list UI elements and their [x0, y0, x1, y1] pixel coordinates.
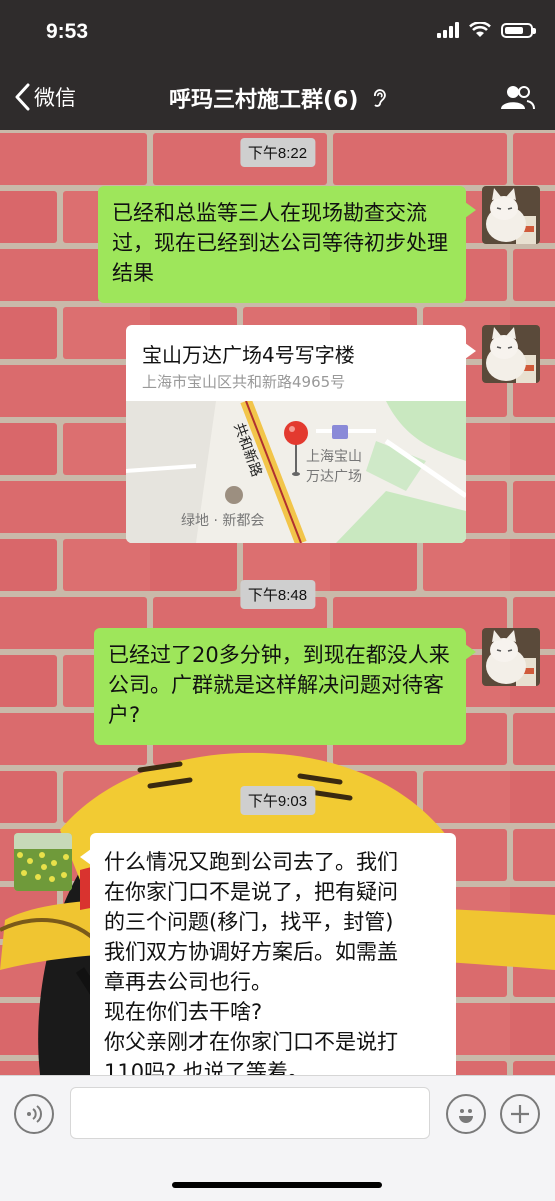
more-options-button[interactable] [500, 1094, 540, 1134]
message-line: 在你家门口不是说了，把有疑问 [104, 880, 398, 904]
group-members-icon [501, 86, 535, 110]
status-time: 9:53 [46, 20, 89, 43]
home-indicator[interactable] [172, 1182, 382, 1188]
avatar-self[interactable] [482, 325, 540, 383]
cat-avatar-image [482, 325, 540, 383]
battery-icon [501, 22, 536, 38]
chat-area[interactable]: 下午8:22 已经和总监等三人在现场勘查交流过，现在已经到达公司等待初步处理结果… [0, 130, 555, 1075]
timestamp: 下午9:03 [239, 786, 316, 815]
message-line: 我们双方协调好方案后。如需盖 [104, 940, 398, 964]
message-line: 110吗? 也说了等着。 [104, 1060, 309, 1075]
voice-icon [27, 1105, 42, 1123]
wifi-icon [469, 22, 491, 37]
timestamp: 下午8:22 [239, 138, 316, 167]
chat-title-text: 呼玛三村施工群(6) [168, 88, 359, 113]
location-name: 宝山万达广场4号写字楼 [142, 343, 355, 367]
message-bubble-sent[interactable]: 已经过了20多分钟，到现在都没人来公司。广群就是这样解决问题对待客户? [94, 628, 476, 745]
group-members-button[interactable] [501, 84, 535, 114]
chat-title: 呼玛三村施工群(6) [0, 82, 555, 114]
map-place-label: 绿地 · 新都会 [181, 513, 264, 529]
location-card[interactable]: 宝山万达广场4号写字楼 上海市宝山区共和新路4965号 共和新路 上海宝山 万达… [126, 325, 476, 543]
message-line: 什么情况又跑到公司去了。我们 [104, 850, 398, 874]
cellular-signal-icon [437, 22, 459, 38]
message-bubble-received[interactable]: 什么情况又跑到公司去了。我们 在你家门口不是说了，把有疑问 的三个问题(移门，找… [80, 833, 456, 1075]
message-input[interactable] [70, 1087, 430, 1139]
status-icons [437, 22, 536, 38]
location-address: 上海市宝山区共和新路4965号 [142, 373, 346, 391]
avatar-self[interactable] [482, 628, 540, 686]
message-line: 章再去公司也行。 [104, 970, 272, 994]
message-line: 你父亲刚才在你家门口不是说打 [104, 1030, 398, 1054]
message-bubble-sent[interactable]: 已经和总监等三人在现场勘查交流过，现在已经到达公司等待初步处理结果 [98, 186, 476, 303]
emoji-icon [459, 1109, 473, 1123]
avatar-self[interactable] [482, 186, 540, 244]
top-bar: 9:53 微信 呼玛三村施工群(6) [0, 0, 555, 130]
avatar-contact[interactable] [14, 833, 72, 891]
flower-field-avatar-image [14, 833, 72, 891]
map-poi-label-1: 上海宝山 [306, 449, 362, 465]
cat-avatar-image [482, 628, 540, 686]
message-line: 现在你们去干啥? [104, 1000, 263, 1024]
plus-icon [511, 1105, 529, 1123]
timestamp: 下午8:48 [239, 580, 316, 609]
ear-icon [372, 88, 386, 114]
input-bar [0, 1075, 555, 1201]
map-poi-label-2: 万达广场 [306, 469, 362, 485]
emoji-button[interactable] [446, 1094, 486, 1134]
location-map: 共和新路 上海宝山 万达广场 绿地 · 新都会 [126, 401, 466, 543]
voice-input-button[interactable] [14, 1094, 54, 1134]
cat-avatar-image [482, 186, 540, 244]
message-line: 的三个问题(移门，找平，封管) [104, 910, 394, 934]
